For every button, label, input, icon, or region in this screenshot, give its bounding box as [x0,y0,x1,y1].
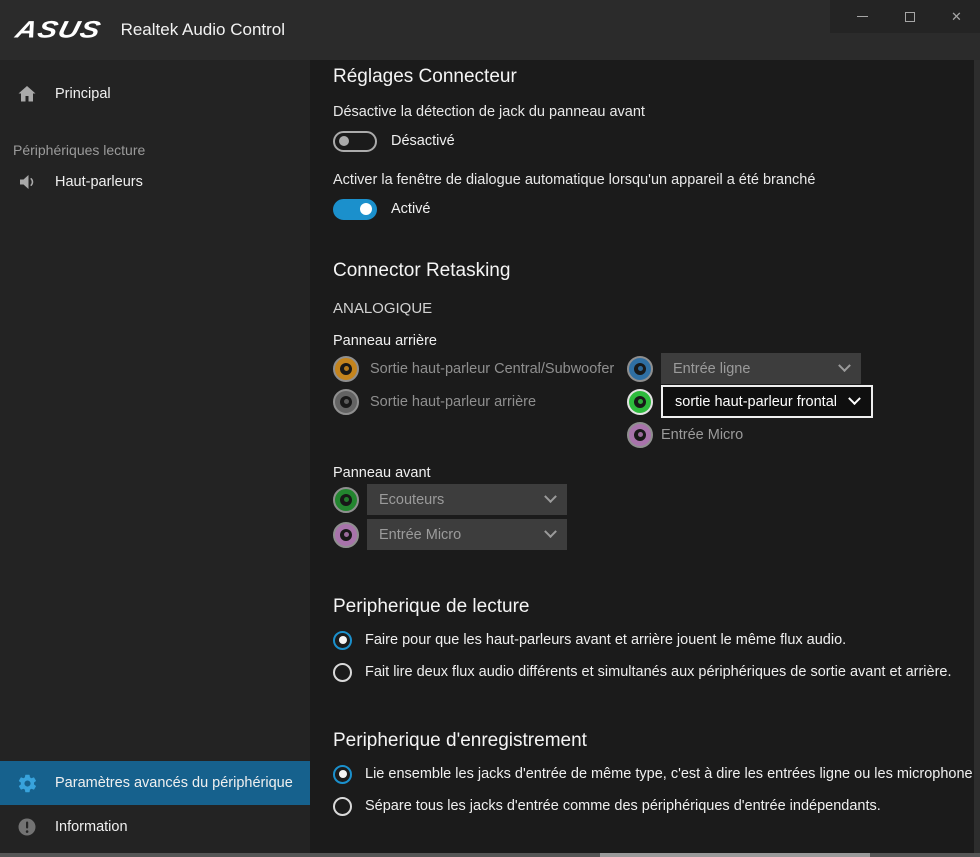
close-icon: ✕ [951,10,962,23]
jack-detection-toggle[interactable] [333,131,377,152]
sidebar-item-label: Principal [55,86,111,102]
radio-label: Lie ensemble les jacks d'entrée de même … [365,766,973,782]
sidebar-item-advanced-settings[interactable]: Paramètres avancés du périphérique [0,761,310,805]
section-title-recording-device: Peripherique d'enregistrement [333,730,980,752]
jack-row: Ecouteurs [333,484,980,515]
jack-label: Sortie haut-parleur arrière [370,394,536,410]
main-content: Réglages Connecteur Désactive la détecti… [310,60,980,853]
radio-label: Fait lire deux flux audio différents et … [365,664,952,680]
front-mic-dropdown: Entrée Micro [367,519,567,550]
jack-row: Entrée Micro [333,519,980,550]
radio-selected-icon [333,631,352,650]
front-speaker-out-dropdown[interactable]: sortie haut-parleur frontal [661,385,873,418]
section-title-connector-retasking: Connector Retasking [333,260,980,282]
home-icon [16,83,38,105]
rear-panel-label: Panneau arrière [333,333,980,349]
sidebar-item-principal[interactable]: Principal [0,72,310,116]
info-icon [16,816,38,838]
radio-label: Sépare tous les jacks d'entrée comme des… [365,798,881,814]
radio-unselected-icon [333,663,352,682]
playback-option-same-stream[interactable]: Faire pour que les haut-parleurs avant e… [333,630,980,650]
app-window: ASUS Realtek Audio Control ✕ Principal [0,0,980,857]
titlebar: ASUS Realtek Audio Control ✕ [0,0,980,60]
dropdown-value: Entrée ligne [673,361,750,377]
horizontal-scrollbar-thumb[interactable] [600,853,870,857]
jack-row: Entrée Micro [627,418,873,451]
toggle-knob [360,203,372,215]
recording-option-link-jacks[interactable]: Lie ensemble les jacks d'entrée de même … [333,764,980,784]
playback-option-two-streams[interactable]: Fait lire deux flux audio différents et … [333,662,980,682]
asus-logo: ASUS [13,16,104,43]
horizontal-scrollbar[interactable] [0,853,980,857]
vertical-scrollbar[interactable] [974,60,980,853]
maximize-icon [905,12,915,22]
analog-subheading: ANALOGIQUE [333,300,980,317]
speaker-icon [16,171,38,193]
pink-jack-icon [627,422,653,448]
front-panel-rows: Ecouteurs Entrée Micro [333,484,980,550]
jack-row: sortie haut-parleur frontal [627,385,873,418]
sidebar-item-label: Paramètres avancés du périphérique [55,775,293,791]
sidebar-item-label: Haut-parleurs [55,174,143,190]
pink-jack-icon [333,522,359,548]
green-jack-icon [333,487,359,513]
close-button[interactable]: ✕ [933,0,980,33]
rear-panel-right-column: Entrée ligne sortie haut-parleur frontal [627,352,873,451]
dropdown-value: sortie haut-parleur frontal [675,394,837,410]
jack-detection-toggle-row: Désactivé [333,130,980,152]
section-title-connector-settings: Réglages Connecteur [333,66,980,88]
jack-detection-label: Désactive la détection de jack du pannea… [333,104,980,120]
green-jack-icon [627,389,653,415]
auto-popup-toggle-row: Activé [333,198,980,220]
window-controls: ✕ [830,0,980,33]
headphones-dropdown: Ecouteurs [367,484,567,515]
section-title-playback-device: Peripherique de lecture [333,596,980,618]
radio-unselected-icon [333,797,352,816]
chevron-down-icon [848,392,861,405]
blue-jack-icon [627,356,653,382]
dropdown-value: Ecouteurs [379,492,444,508]
toggle-knob [339,136,349,146]
auto-popup-label: Activer la fenêtre de dialogue automatiq… [333,172,980,188]
sidebar: Principal Périphériques lecture Haut-par… [0,60,310,853]
dropdown-value: Entrée Micro [379,527,461,543]
rear-panel-grid: Sortie haut-parleur Central/Subwoofer So… [333,352,980,451]
sidebar-item-information[interactable]: Information [0,805,310,849]
app-title: Realtek Audio Control [121,20,285,40]
mic-in-label: Entrée Micro [661,427,743,443]
sidebar-item-speakers[interactable]: Haut-parleurs [0,160,310,204]
orange-jack-icon [333,356,359,382]
recording-option-separate-jacks[interactable]: Sépare tous les jacks d'entrée comme des… [333,796,980,816]
gear-icon [16,772,38,794]
sidebar-section-playback-devices: Périphériques lecture [0,142,310,158]
chevron-down-icon [544,525,557,538]
minimize-icon [857,16,868,17]
brand-area: ASUS Realtek Audio Control [0,14,285,47]
chevron-down-icon [838,359,851,372]
front-panel-label: Panneau avant [333,465,980,481]
auto-popup-state: Activé [391,201,431,217]
sidebar-item-label: Information [55,819,128,835]
jack-label: Sortie haut-parleur Central/Subwoofer [370,361,614,377]
maximize-button[interactable] [886,0,933,33]
sidebar-bottom: Paramètres avancés du périphérique Infor… [0,761,310,849]
jack-detection-state: Désactivé [391,133,455,149]
chevron-down-icon [544,490,557,503]
minimize-button[interactable] [839,0,886,33]
radio-selected-icon [333,765,352,784]
black-jack-icon [333,389,359,415]
jack-row: Entrée ligne [627,352,873,385]
radio-label: Faire pour que les haut-parleurs avant e… [365,632,846,648]
line-in-dropdown: Entrée ligne [661,353,861,384]
auto-popup-toggle[interactable] [333,199,377,220]
